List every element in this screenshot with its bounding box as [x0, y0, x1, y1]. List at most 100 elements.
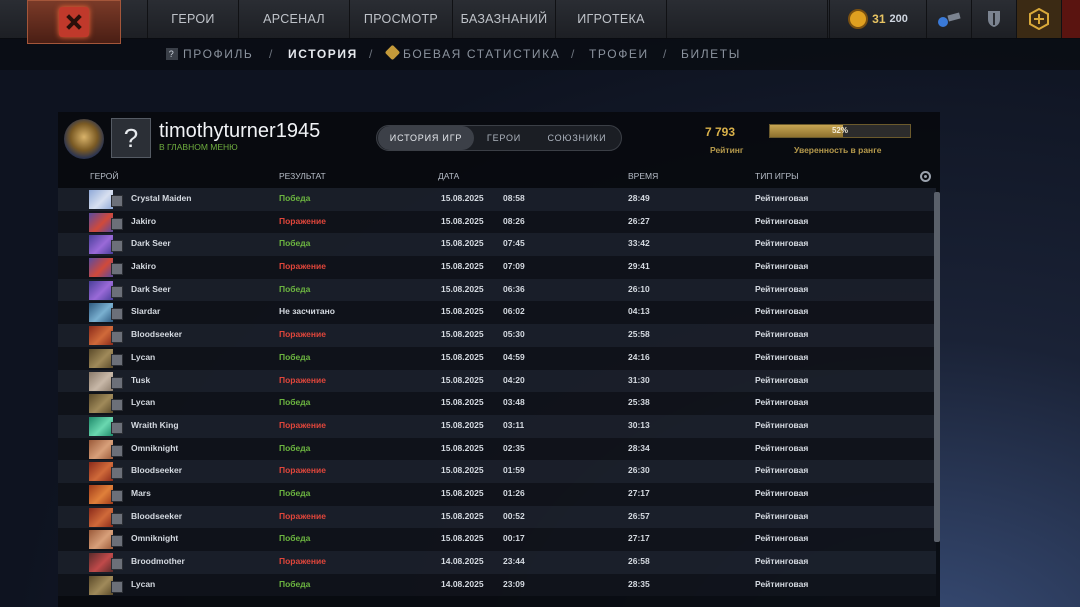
- nav-tab-watch[interactable]: ПРОСМОТР: [349, 0, 452, 38]
- gear-icon[interactable]: [920, 171, 931, 182]
- game-type: Рейтинговая: [755, 465, 809, 476]
- avatar[interactable]: ?: [111, 118, 151, 158]
- tab-allies[interactable]: СОЮЗНИКИ: [534, 126, 620, 150]
- nav-tab-arsenal[interactable]: АРСЕНАЛ: [238, 0, 349, 38]
- hero-portrait: [89, 371, 113, 391]
- exit-button[interactable]: [1061, 0, 1080, 38]
- table-row[interactable]: Jakiro Поражение 15.08.2025 08:26 26:27 Рейти…: [58, 210, 936, 234]
- table-row[interactable]: Bloodseeker Поражение 15.08.2025 00:52 26:57…: [58, 505, 936, 529]
- username[interactable]: timothyturner1945: [159, 120, 320, 143]
- subnav-separator: /: [571, 47, 575, 61]
- scrollbar[interactable]: [934, 192, 940, 542]
- match-date: 15.08.2025: [441, 510, 484, 521]
- column-header-game-type[interactable]: ТИП ИГРЫ: [755, 171, 799, 181]
- hero-name: Broodmother: [131, 556, 185, 566]
- rank-medal-icon[interactable]: [64, 119, 104, 159]
- match-clock: 03:11: [503, 419, 525, 430]
- hero-portrait: [89, 348, 113, 368]
- table-row[interactable]: Lycan Победа 15.08.2025 04:59 24:16 Рейтингов…: [58, 346, 936, 370]
- hero-portrait-icon: [89, 348, 123, 368]
- notifications-button[interactable]: [926, 0, 971, 38]
- hero-portrait: [89, 280, 113, 300]
- hero-name: Lycan: [131, 351, 156, 362]
- table-row[interactable]: Lycan Победа 15.08.2025 03:48 25:38 Рейтингов…: [58, 392, 936, 415]
- nav-tab-knowledge-base[interactable]: БАЗАЗНАНИЙ: [452, 0, 555, 38]
- game-type: Рейтинговая: [755, 487, 809, 498]
- role-icon: [111, 376, 123, 389]
- match-clock: 03:48: [503, 397, 525, 408]
- column-header-date[interactable]: ДАТА: [438, 171, 459, 181]
- match-duration: 24:16: [628, 351, 650, 362]
- nav-tab-arcade[interactable]: ИГРОТЕКА: [555, 0, 666, 38]
- plus-button[interactable]: [1016, 0, 1061, 38]
- table-row[interactable]: Jakiro Поражение 15.08.2025 07:09 29:41 Рейти…: [58, 256, 936, 279]
- match-date: 15.08.2025: [441, 351, 484, 362]
- game-type: Рейтинговая: [755, 329, 809, 340]
- table-row[interactable]: Dark Seer Победа 15.08.2025 07:45 33:42 Рейти…: [58, 233, 936, 257]
- nav-tab-heroes[interactable]: ГЕРОИ: [147, 0, 238, 38]
- match-result: Победа: [279, 351, 311, 362]
- subnav-separator: /: [663, 47, 667, 61]
- shield-icon: [988, 11, 1000, 27]
- match-duration: 26:10: [628, 283, 650, 294]
- table-row[interactable]: Wraith King Поражение 15.08.2025 03:11 30:13…: [58, 414, 936, 438]
- column-header-result[interactable]: РЕЗУЛЬТАТ: [279, 171, 326, 181]
- hero-name: Jakiro: [131, 261, 157, 272]
- table-row[interactable]: Slardar Не засчитано 15.08.2025 06:02 04:13 Р…: [58, 301, 936, 325]
- hero-portrait-icon: [89, 303, 123, 323]
- match-date: 15.08.2025: [441, 261, 484, 272]
- hero-portrait-icon: [89, 326, 123, 346]
- battle-level: 200: [889, 13, 908, 25]
- subnav-separator: /: [269, 47, 273, 61]
- hero-portrait: [89, 575, 113, 595]
- match-duration: 31:30: [628, 374, 650, 385]
- table-row[interactable]: Mars Победа 15.08.2025 01:26 27:17 Рейтингова…: [58, 482, 936, 506]
- match-list: Crystal Maiden Победа 15.08.2025 08:58 28:49…: [58, 188, 936, 597]
- table-row[interactable]: Broodmother Поражение 14.08.2025 23:44 26:58…: [58, 551, 936, 574]
- table-row[interactable]: Dark Seer Победа 15.08.2025 06:36 26:10 Рейти…: [58, 278, 936, 302]
- tab-match-history[interactable]: ИСТОРИЯ ИГР: [378, 126, 474, 150]
- hero-portrait-icon: [89, 280, 123, 300]
- table-row[interactable]: Bloodseeker Поражение 15.08.2025 01:59 26:30…: [58, 460, 936, 483]
- table-row[interactable]: Lycan Победа 14.08.2025 23:09 28:35 Рейтингов…: [58, 573, 936, 597]
- table-row[interactable]: Omniknight Победа 15.08.2025 02:35 28:34 Рейт…: [58, 437, 936, 461]
- match-duration: 26:58: [628, 556, 650, 566]
- match-result: Победа: [279, 578, 311, 589]
- role-icon: [111, 512, 123, 525]
- table-row[interactable]: Bloodseeker Поражение 15.08.2025 05:30 25:58…: [58, 324, 936, 347]
- match-duration: 26:30: [628, 465, 650, 476]
- game-type: Рейтинговая: [755, 510, 809, 521]
- match-date: 14.08.2025: [441, 578, 484, 589]
- subnav-history[interactable]: ИСТОРИЯ: [288, 47, 358, 61]
- subnav-combat-stats[interactable]: БОЕВАЯ СТАТИСТИКА: [384, 44, 560, 61]
- hero-portrait-icon: [89, 235, 123, 255]
- game-type: Рейтинговая: [755, 193, 809, 203]
- match-result: Поражение: [279, 374, 326, 385]
- subnav-tickets[interactable]: БИЛЕТЫ: [681, 47, 741, 61]
- hero-name: Bloodseeker: [131, 329, 183, 340]
- dota-logo-button[interactable]: [27, 0, 121, 44]
- armory-button[interactable]: [971, 0, 1016, 38]
- role-icon: [111, 353, 123, 366]
- table-row[interactable]: Crystal Maiden Победа 15.08.2025 08:58 28:49…: [58, 188, 936, 211]
- tab-heroes[interactable]: ГЕРОИ: [475, 126, 533, 150]
- subnav-trophies[interactable]: ТРОФЕИ: [589, 47, 649, 61]
- match-result: Не засчитано: [279, 306, 335, 317]
- hero-portrait-icon: [89, 258, 123, 278]
- hero-name: Crystal Maiden: [131, 193, 192, 203]
- match-date: 15.08.2025: [441, 419, 484, 430]
- currency-display[interactable]: 31 200: [829, 0, 926, 38]
- table-row[interactable]: Tusk Поражение 15.08.2025 04:20 31:30 Рейтинг…: [58, 369, 936, 393]
- subnav-profile[interactable]: ? ПРОФИЛЬ: [166, 47, 253, 61]
- hero-portrait-icon: [89, 439, 123, 459]
- dota-logo-icon: [59, 7, 89, 37]
- column-header-hero[interactable]: ГЕРОЙ: [90, 171, 118, 181]
- match-duration: 27:17: [628, 487, 650, 498]
- match-date: 15.08.2025: [441, 238, 484, 249]
- match-clock: 23:09: [503, 578, 525, 589]
- hero-portrait: [89, 212, 113, 232]
- hero-portrait-icon: [89, 371, 123, 391]
- game-type: Рейтинговая: [755, 442, 809, 453]
- table-row[interactable]: Omniknight Победа 15.08.2025 00:17 27:17 Рейт…: [58, 528, 936, 551]
- column-header-duration[interactable]: ВРЕМЯ: [628, 171, 658, 181]
